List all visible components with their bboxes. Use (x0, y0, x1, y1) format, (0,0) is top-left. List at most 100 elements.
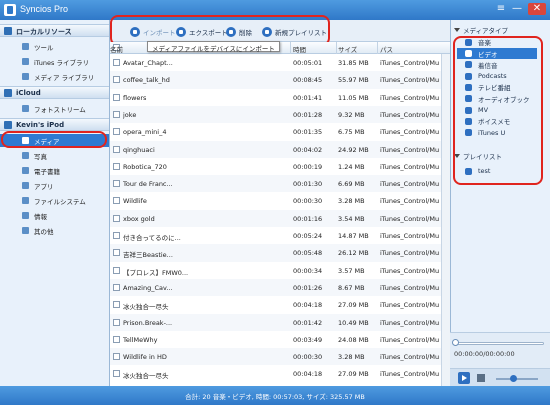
sidebar-item-tools[interactable]: ツール (0, 40, 109, 53)
cell-path: iTunes_Control/Mu (380, 232, 440, 240)
row-checkbox[interactable] (113, 145, 120, 153)
sidebar-item-ebooks[interactable]: 電子書籍 (0, 164, 109, 177)
minimize-button[interactable]: — (510, 3, 524, 15)
table-row[interactable]: flowers 00:01:41 11.05 MB iTunes_Control/Mu (110, 89, 450, 106)
media-table: 名前 時間 サイズ パス Avatar_Chapt... 00:05:01 31.8… (110, 42, 450, 386)
column-path-header[interactable]: パス (380, 44, 393, 54)
section-label: Kevin's iPod (16, 121, 65, 129)
other-icon (22, 227, 29, 234)
row-checkbox[interactable] (113, 335, 120, 343)
media-type-header[interactable]: メディアタイプ (451, 24, 508, 35)
sidebar-item-other[interactable]: 其の他 (0, 224, 109, 237)
sidebar-item-info[interactable]: 情報 (0, 209, 109, 222)
section-local-resources[interactable]: ローカルリソース (0, 24, 109, 37)
section-icloud[interactable]: iCloud (0, 86, 109, 99)
column-name-header[interactable]: 名前 (110, 44, 123, 54)
cell-name: coffee_talk_hd (123, 76, 170, 85)
menu-icon[interactable]: ≡ (494, 3, 508, 15)
row-checkbox[interactable] (113, 197, 120, 205)
table-row[interactable]: Tour de Franc... 00:01:30 6.69 MB iTunes_Co… (110, 175, 450, 193)
cell-size: 3.57 MB (338, 266, 365, 275)
row-checkbox[interactable] (113, 266, 120, 274)
cell-size: 10.49 MB (338, 318, 369, 327)
volume-knob[interactable] (510, 375, 517, 382)
media-type-header-label: メディアタイプ (463, 26, 509, 35)
row-checkbox[interactable] (113, 128, 120, 136)
sidebar-item-photostream[interactable]: フォトストリーム (0, 102, 109, 115)
row-checkbox[interactable] (113, 110, 120, 118)
cell-time: 00:00:30 (293, 197, 323, 206)
cell-size: 6.69 MB (338, 180, 365, 189)
progress-knob[interactable] (452, 339, 459, 346)
sidebar-item-apps[interactable]: アプリ (0, 179, 109, 192)
stop-button[interactable] (477, 374, 485, 382)
sidebar-item-media-library[interactable]: メディア ライブラリ (0, 70, 109, 83)
table-row[interactable]: xbox gold 00:01:16 3.54 MB iTunes_Control/M… (110, 209, 450, 227)
table-row[interactable]: 付き合ってるのに... 00:05:24 14.87 MB iTunes_Contro… (110, 227, 450, 244)
row-checkbox[interactable] (113, 353, 120, 361)
sidebar-item-itunes-library[interactable]: iTunes ライブラリ (0, 55, 109, 68)
playback-progress-bar[interactable] (454, 342, 544, 345)
cell-time: 00:04:02 (293, 145, 323, 154)
row-checkbox[interactable] (113, 301, 120, 309)
import-tooltip: メディアファイルをデバイスにインポート (147, 41, 280, 53)
cell-size: 55.97 MB (338, 76, 369, 85)
play-button[interactable] (458, 372, 470, 384)
table-row[interactable]: Prison.Break-... 00:01:42 10.49 MB iTunes_C… (110, 313, 450, 331)
cell-size: 6.75 MB (338, 128, 365, 137)
cell-time: 00:05:24 (293, 232, 323, 240)
cell-path: iTunes_Control/Mu (380, 76, 440, 85)
sidebar: ローカルリソース ツール iTunes ライブラリ メディア ライブラリ iCl… (0, 20, 110, 386)
close-button[interactable]: ✕ (528, 3, 546, 15)
collapse-arrow-icon (454, 27, 460, 32)
table-row[interactable]: Wildlife 00:00:30 3.28 MB iTunes_Control/Mu (110, 192, 450, 209)
table-row[interactable]: joke 00:01:28 9.32 MB iTunes_Control/Mu (110, 105, 450, 124)
volume-slider[interactable] (496, 378, 538, 380)
sidebar-item-photos[interactable]: 写真 (0, 149, 109, 162)
cell-path: iTunes_Control/Mu (380, 197, 440, 206)
cell-size: 8.67 MB (338, 283, 365, 292)
cell-path: iTunes_Control/Mu (380, 128, 440, 137)
player-controls (450, 368, 550, 386)
cell-time: 00:01:16 (293, 214, 323, 223)
cell-size: 24.92 MB (338, 145, 369, 154)
row-checkbox[interactable] (113, 214, 120, 222)
cell-name: Wildlife in HD (123, 353, 167, 362)
row-checkbox[interactable] (113, 370, 120, 378)
cell-path: iTunes_Control/Mu (380, 110, 440, 119)
row-checkbox[interactable] (113, 318, 120, 326)
table-row[interactable]: 【プロレス】FMW0... 00:00:34 3.57 MB iTunes_Contr… (110, 262, 450, 279)
cell-name: 【プロレス】FMW0... (123, 268, 189, 277)
highlight-oval-media-types (453, 36, 543, 185)
column-size-header[interactable]: サイズ (338, 44, 357, 54)
sidebar-item-label: 写真 (34, 153, 47, 161)
row-checkbox[interactable] (113, 162, 120, 170)
row-checkbox[interactable] (113, 283, 120, 291)
sidebar-item-filesystem[interactable]: ファイルシステム (0, 194, 109, 207)
table-row[interactable]: Wildlife in HD 00:00:30 3.28 MB iTunes_Cont… (110, 348, 450, 366)
status-bar: 合計: 20 音楽・ビデオ, 時間: 00:57:03, サイズ: 325.57… (0, 386, 550, 405)
table-row[interactable]: Amazing_Cav... 00:01:26 8.67 MB iTunes_Cont… (110, 278, 450, 297)
cell-path: iTunes_Control/Mu (380, 249, 440, 258)
table-scrollbar[interactable] (441, 54, 450, 386)
table-row[interactable]: 吉祥三Beastie... 00:05:48 26.12 MB iTunes_Cont… (110, 244, 450, 262)
table-row[interactable]: 冰火独合一尽头 00:04:18 27.09 MB iTunes_Control/Mu (110, 296, 450, 313)
column-time-header[interactable]: 時間 (293, 44, 306, 54)
section-device[interactable]: Kevin's iPod (0, 118, 109, 131)
row-checkbox[interactable] (113, 76, 120, 84)
table-row[interactable]: Avatar_Chapt... 00:05:01 31.85 MB iTunes_Co… (110, 54, 450, 71)
table-row[interactable]: qinghuaci 00:04:02 24.92 MB iTunes_Control/… (110, 140, 450, 158)
info-icon (22, 212, 29, 219)
row-checkbox[interactable] (113, 59, 120, 66)
media-library-icon (22, 73, 29, 80)
table-row[interactable]: TellMeWhy 00:03:49 24.08 MB iTunes_Control/… (110, 331, 450, 348)
row-checkbox[interactable] (113, 180, 120, 188)
row-checkbox[interactable] (113, 232, 120, 239)
sidebar-item-label: 電子書籍 (34, 168, 60, 176)
table-row[interactable]: coffee_talk_hd 00:08:45 55.97 MB iTunes_Con… (110, 71, 450, 89)
table-row[interactable]: opera_mini_4 00:01:35 6.75 MB iTunes_Contro… (110, 123, 450, 140)
table-row[interactable]: 冰火独合一尽头 00:04:18 27.09 MB iTunes_Control/Mu (110, 365, 450, 382)
row-checkbox[interactable] (113, 93, 120, 101)
table-row[interactable]: Robotica_720 00:00:19 1.24 MB iTunes_Contro… (110, 158, 450, 175)
row-checkbox[interactable] (113, 249, 120, 257)
